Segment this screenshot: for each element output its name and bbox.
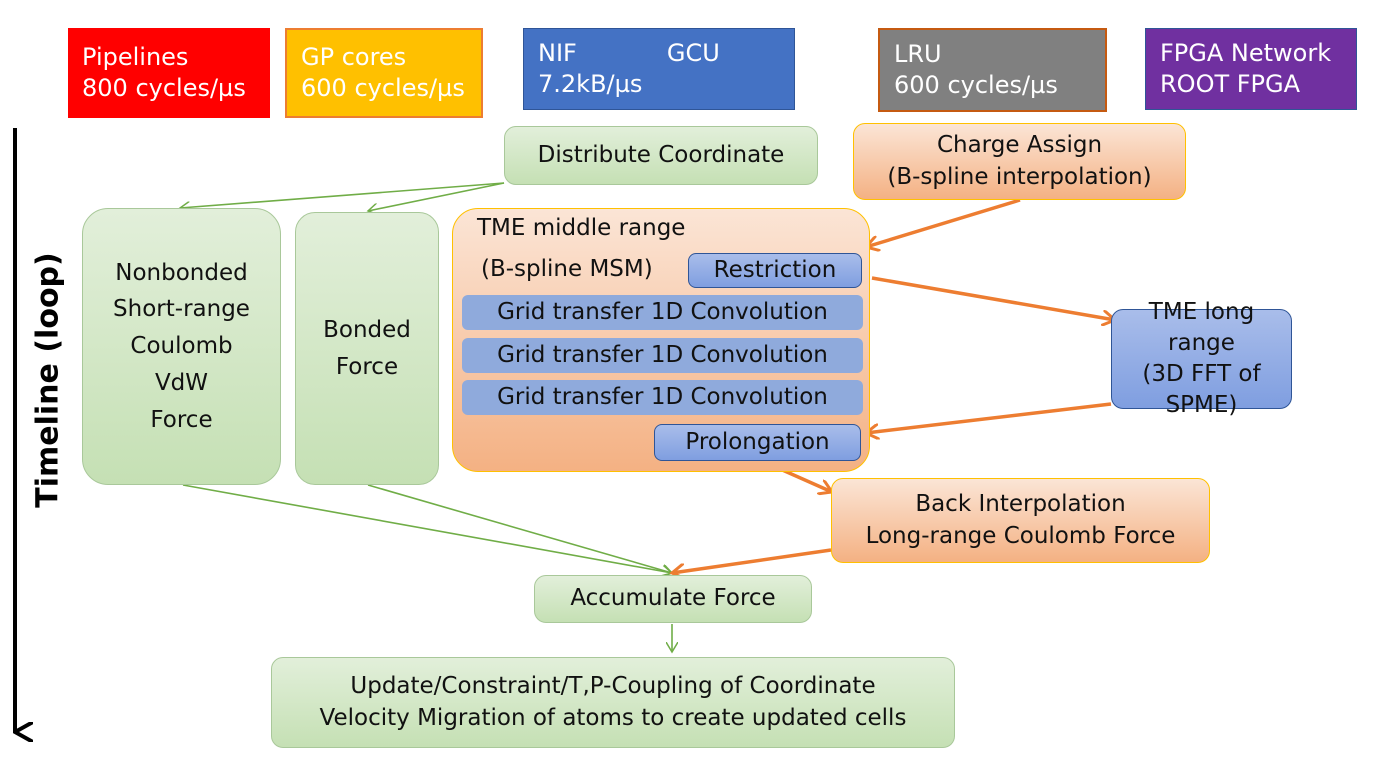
node-label: Nonbonded xyxy=(115,259,248,286)
update-coordinate-node: Update/Constraint/T,P-Coupling of Coordi… xyxy=(271,657,955,748)
node-label: Force xyxy=(150,406,213,433)
node-label: Coulomb xyxy=(130,333,233,360)
node-label: Grid transfer 1D Convolution xyxy=(497,341,828,368)
node-label: Charge Assign xyxy=(936,132,1103,159)
charge-assign-node: Charge Assign (B-spline interpolation) xyxy=(853,123,1186,200)
arrow-distribute-bonded xyxy=(368,182,505,211)
node-label: TME middle range xyxy=(477,215,686,241)
accumulate-force-node: Accumulate Force xyxy=(534,575,812,623)
node-label: Short-range xyxy=(113,296,250,323)
node-label: VdW xyxy=(154,369,209,396)
grid-transfer-node: Grid transfer 1D Convolution xyxy=(462,338,863,373)
node-sublabel: Long-range Coulomb Force xyxy=(865,522,1176,549)
node-label: TME long range xyxy=(1148,298,1255,356)
arrow-longrange-prolongation xyxy=(866,402,1112,433)
node-label: Prolongation xyxy=(685,428,830,455)
arrow-nonbonded-accumulate xyxy=(182,484,672,573)
node-sublabel: (3D FFT of SPME) xyxy=(1142,361,1261,419)
arrow-distribute-nonbonded xyxy=(180,182,505,208)
distribute-coordinate-node: Distribute Coordinate xyxy=(504,126,818,185)
bonded-force-node: Bonded Force xyxy=(295,212,439,485)
arrow-bonded-accumulate xyxy=(367,484,672,573)
node-label: Restriction xyxy=(713,256,837,283)
node-label: Force xyxy=(335,353,399,380)
grid-transfer-node: Grid transfer 1D Convolution xyxy=(462,295,863,330)
nonbonded-force-node: Nonbonded Short-range Coulomb VdW Force xyxy=(82,208,281,485)
node-label: Grid transfer 1D Convolution xyxy=(497,383,828,410)
restriction-node: Restriction xyxy=(688,253,862,288)
node-sublabel: (B-spline interpolation) xyxy=(887,163,1152,190)
node-label: Accumulate Force xyxy=(570,585,776,612)
node-label: Bonded xyxy=(323,316,411,343)
node-sublabel: Velocity Migration of atoms to create up… xyxy=(319,704,907,731)
arrow-restriction-longrange xyxy=(871,276,1115,320)
node-label: Back Interpolation xyxy=(915,491,1126,518)
node-label: Distribute Coordinate xyxy=(537,141,785,168)
grid-transfer-node: Grid transfer 1D Convolution xyxy=(462,380,863,415)
tme-long-range-node: TME long range (3D FFT of SPME) xyxy=(1111,299,1292,418)
arrow-back-accumulate xyxy=(672,548,832,573)
node-label: Update/Constraint/T,P-Coupling of Coordi… xyxy=(350,673,876,700)
node-sublabel: (B-spline MSM) xyxy=(481,256,653,282)
arrow-charge-restriction xyxy=(866,198,1021,247)
prolongation-node: Prolongation xyxy=(654,424,861,461)
back-interpolation-node: Back Interpolation Long-range Coulomb Fo… xyxy=(831,478,1210,563)
node-label: Grid transfer 1D Convolution xyxy=(497,298,828,325)
